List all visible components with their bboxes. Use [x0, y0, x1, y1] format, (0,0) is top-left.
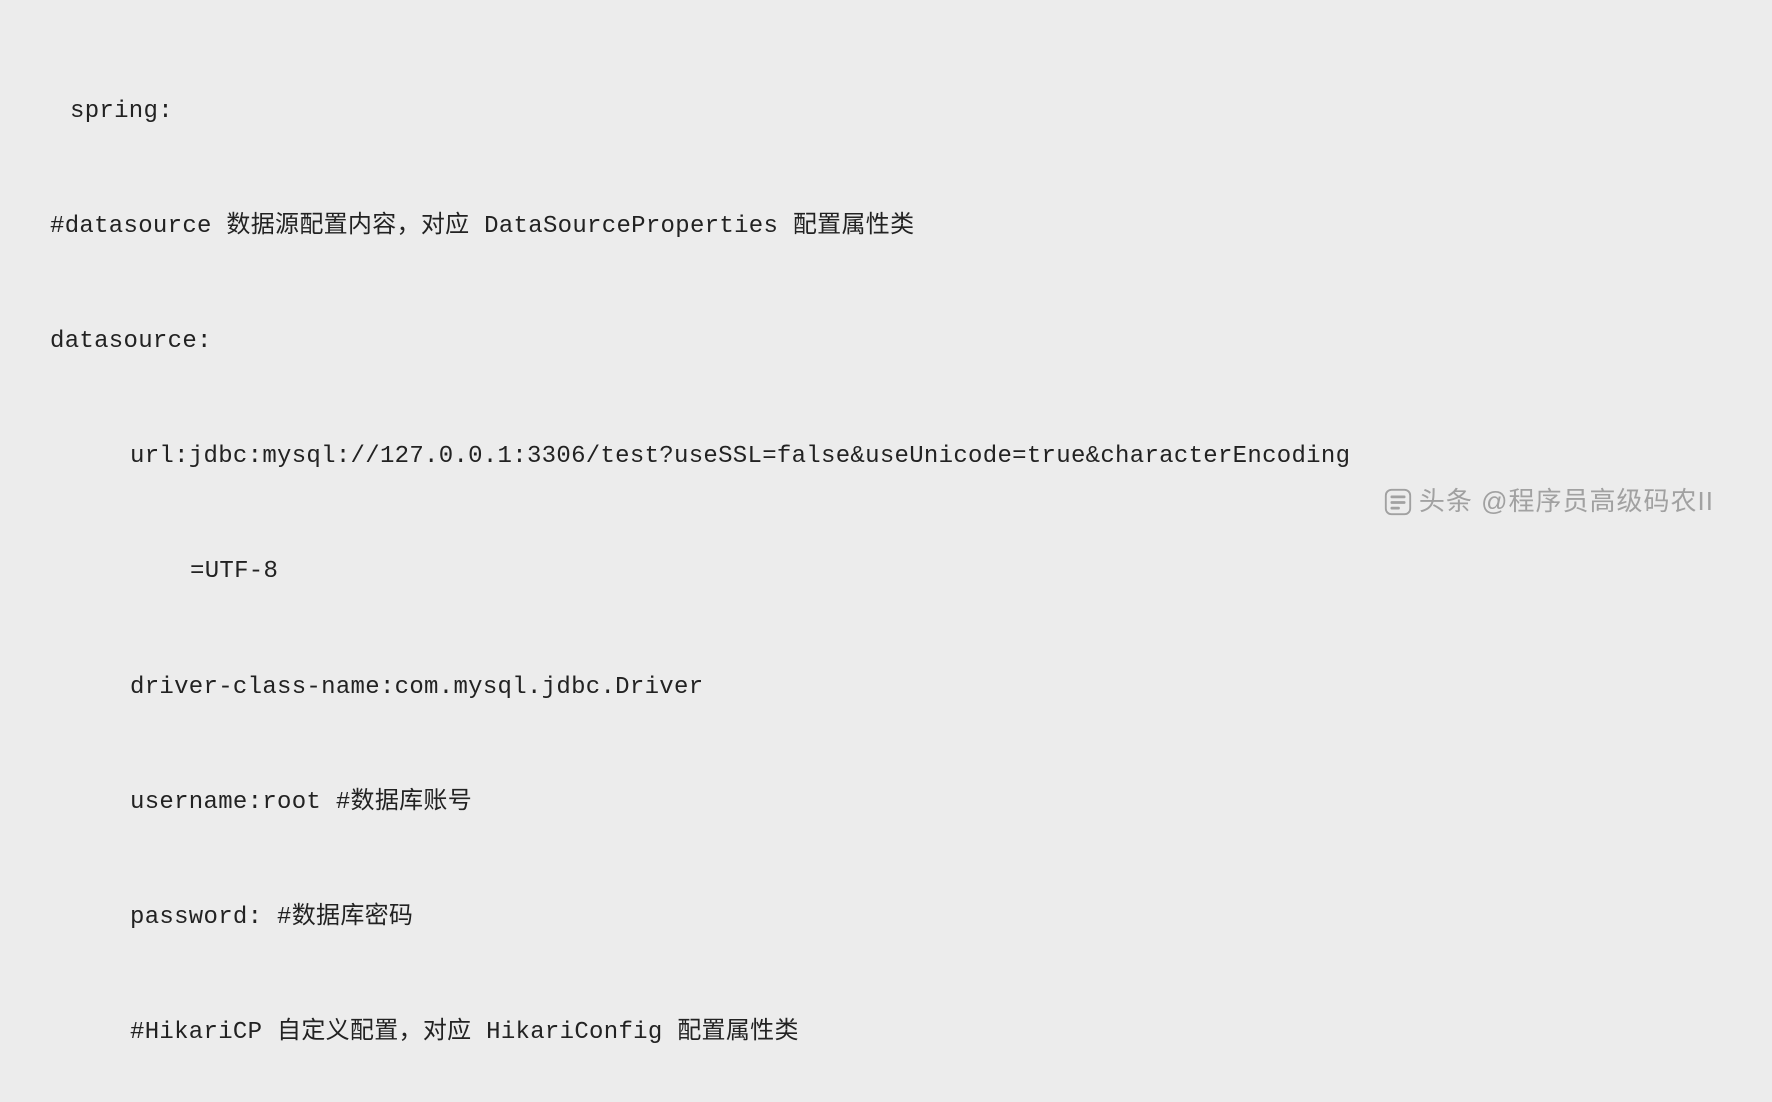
code-line: url:jdbc:mysql://127.0.0.1:3306/test?use… — [50, 438, 1722, 476]
code-line: datasource: — [50, 323, 1722, 361]
watermark: 头条 @程序员高级码农II — [1383, 481, 1714, 523]
code-line: password: #数据库密码 — [50, 899, 1722, 937]
code-line: username:root #数据库账号 — [50, 784, 1722, 822]
code-line: driver-class-name:com.mysql.jdbc.Driver — [50, 669, 1722, 707]
code-line: =UTF-8 — [50, 553, 1722, 591]
watermark-text: 头条 @程序员高级码农II — [1419, 481, 1714, 523]
toutiao-icon — [1383, 487, 1413, 517]
yaml-code-block: spring: #datasource 数据源配置内容，对应 DataSourc… — [50, 16, 1722, 1102]
code-line: #HikariCP 自定义配置，对应 HikariConfig 配置属性类 — [50, 1014, 1722, 1052]
code-line: spring: — [50, 93, 1722, 131]
code-line: #datasource 数据源配置内容，对应 DataSourcePropert… — [50, 208, 1722, 246]
